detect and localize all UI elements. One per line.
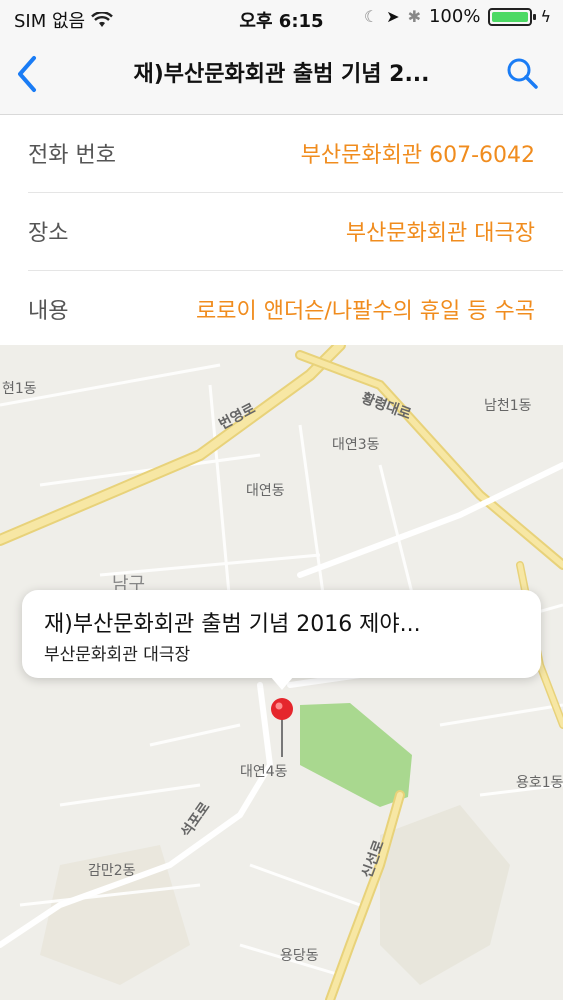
content-label: 내용: [28, 299, 69, 324]
back-button[interactable]: [10, 52, 50, 96]
map-callout[interactable]: 재)부산문화회관 출범 기념 2016 제야... 부산문화회관 대극장: [22, 590, 541, 678]
charging-icon: ϟ: [540, 7, 551, 26]
search-button[interactable]: [505, 56, 541, 92]
callout-pointer: [270, 676, 294, 690]
map-pin-icon[interactable]: [270, 697, 296, 757]
map-label: 대연3동: [332, 437, 380, 453]
map-label: 대연동: [246, 483, 285, 499]
location-label: 장소: [28, 221, 69, 246]
content-value[interactable]: 로로이 앤더슨/나팔수의 휴일 등 수곡: [196, 293, 535, 325]
detail-row-content[interactable]: 내용 로로이 앤더슨/나팔수의 휴일 등 수곡: [28, 271, 563, 348]
map-label: 용호1동: [516, 775, 563, 791]
callout-subtitle: 부산문화회관 대극장: [44, 645, 191, 665]
battery-icon: [488, 7, 537, 26]
phone-label: 전화 번호: [28, 143, 116, 168]
battery-percent: 100%: [428, 6, 481, 27]
status-bar: SIM 없음 오후 6:15 ☾ ➤ ✱ 100% ϟ: [0, 0, 563, 36]
map-label: 현1동: [2, 381, 37, 397]
map-label: 대연4동: [240, 764, 288, 780]
detail-row-phone[interactable]: 전화 번호 부산문화회관 607-6042: [28, 115, 563, 193]
page-title: 재)부산문화회관 출범 기념 2...: [133, 62, 430, 87]
bluetooth-icon: ✱: [407, 7, 421, 26]
terrain-shading: [380, 805, 510, 985]
location-arrow-icon: ➤: [386, 7, 400, 26]
moon-icon: ☾: [363, 7, 379, 26]
map-label: 감만2동: [88, 863, 136, 879]
park-area: [300, 703, 412, 807]
location-value[interactable]: 부산문화회관 대극장: [346, 215, 535, 247]
detail-row-location[interactable]: 장소 부산문화회관 대극장: [28, 193, 563, 271]
chevron-left-icon: [18, 56, 36, 92]
phone-value[interactable]: 부산문화회관 607-6042: [301, 137, 535, 169]
navigation-bar: 재)부산문화회관 출범 기념 2...: [0, 36, 563, 115]
map-label: 남천1동: [484, 398, 532, 414]
search-icon: [507, 58, 538, 89]
map-label: 용당동: [280, 948, 319, 964]
event-details: 전화 번호 부산문화회관 607-6042 장소 부산문화회관 대극장 내용 로…: [0, 115, 563, 348]
callout-title: 재)부산문화회관 출범 기념 2016 제야...: [44, 612, 421, 637]
